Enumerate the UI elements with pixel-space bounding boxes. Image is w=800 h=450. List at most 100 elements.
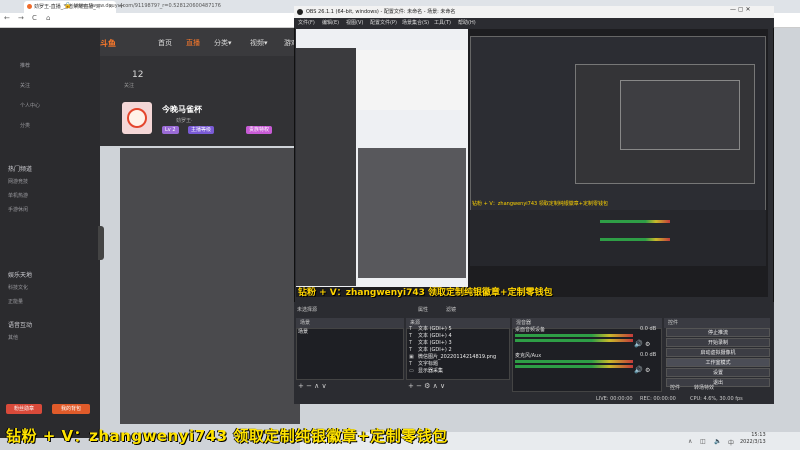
- clock-time: 15:13: [751, 432, 766, 438]
- nav-live[interactable]: 直播: [186, 38, 200, 48]
- nested-overlay-text: 钻粉 + V：zhangwenyi743 领取定制纯银徽章+定制零钱包: [472, 201, 608, 207]
- menu-help[interactable]: 帮助(H): [458, 19, 476, 26]
- sidebar-item-follow[interactable]: 关注: [20, 82, 30, 89]
- rec-timer: REC: 00:00:00: [640, 396, 676, 402]
- filters-button[interactable]: 滤镜: [446, 306, 456, 313]
- exit-button[interactable]: 退出: [666, 378, 770, 387]
- ime-icon[interactable]: 中: [728, 438, 734, 447]
- sidebar-item-single[interactable]: 单机热游: [8, 192, 28, 199]
- virtual-camera-button[interactable]: 启动虚拟摄像机: [666, 348, 770, 357]
- fans-badge-button[interactable]: 粉丝勋章: [6, 404, 42, 414]
- cpu-usage: CPU: 4.6%, 30.00 fps: [690, 396, 743, 402]
- sidebar-item-positive[interactable]: 正能量: [8, 298, 23, 305]
- noble-badge: 贵族特权: [246, 126, 273, 134]
- start-recording-button[interactable]: 开始录制: [666, 338, 770, 347]
- source-item[interactable]: 文字标题: [418, 361, 438, 368]
- watermark-banner: 钻粉 + V：zhangwenyi743 领取定制纯银徽章+定制零钱包: [6, 427, 448, 445]
- nested-meter-2: [600, 238, 670, 241]
- text-source-icon: T: [409, 333, 413, 339]
- home-button[interactable]: ⌂: [46, 14, 50, 22]
- network-icon[interactable]: ◫: [700, 438, 706, 445]
- douyu-logo[interactable]: 斗鱼: [100, 38, 116, 49]
- refresh-button[interactable]: C: [32, 14, 37, 22]
- sidebar-section-hot[interactable]: 热门频道: [8, 164, 32, 173]
- source-controls[interactable]: + − ⚙ ∧ ∨: [408, 382, 445, 390]
- volume-icon[interactable]: 🔈: [714, 438, 721, 445]
- studio-mode-button[interactable]: 工作室模式: [666, 358, 770, 367]
- source-item[interactable]: 文本 (GDI+) 3: [418, 340, 452, 347]
- gear-icon[interactable]: ⚙: [645, 341, 650, 348]
- obs-title-text: OBS 26.1.1 (64-bit, windows) - 配置文件: 未命名…: [306, 9, 456, 15]
- mixer-channel-db: 0.0 dB: [640, 352, 657, 358]
- text-source-icon: T: [409, 347, 413, 353]
- nav-category[interactable]: 分类▾: [214, 38, 232, 48]
- preview-video: [358, 148, 466, 278]
- gear-icon[interactable]: ⚙: [645, 367, 650, 374]
- sidebar-section-ent[interactable]: 娱乐天地: [8, 270, 32, 279]
- source-item[interactable]: 文本 (GDI+) 5: [418, 326, 452, 333]
- back-button[interactable]: ←: [4, 14, 10, 22]
- sidebar-section-voice[interactable]: 语音互动: [8, 320, 32, 329]
- scene-item[interactable]: 场景: [298, 328, 308, 335]
- tray-arrow-icon[interactable]: ∧: [688, 438, 692, 445]
- backpack-button[interactable]: 我的背包: [52, 404, 90, 414]
- douyu-favicon-icon: [27, 4, 32, 9]
- nested-meter-1: [600, 220, 670, 223]
- controls-dock-header: 控件: [664, 318, 770, 328]
- preview-sidebar: [296, 48, 356, 286]
- sidebar-collapse-handle[interactable]: [98, 226, 104, 260]
- streamer-name[interactable]: 劲罗王·: [176, 117, 193, 124]
- source-item[interactable]: 文本 (GDI+) 2: [418, 347, 452, 354]
- sidebar-item-tech[interactable]: 科技文化: [8, 284, 28, 291]
- tab-transitions[interactable]: 转场特效: [694, 384, 714, 391]
- audio-meter: [515, 334, 633, 337]
- speaker-icon[interactable]: 🔊: [634, 340, 643, 348]
- live-timer: LIVE: 00:00:00: [596, 396, 633, 402]
- source-item[interactable]: 微信图片_20220114214819.png: [418, 354, 496, 361]
- url-input[interactable]: https://www.douyu.com/9119879?_r=0.52812…: [74, 3, 221, 9]
- speaker-icon[interactable]: 🔊: [634, 366, 643, 374]
- menu-tools[interactable]: 工具(T): [434, 19, 451, 26]
- sidebar-item-category[interactable]: 分类: [20, 122, 30, 129]
- preview-room-header: [356, 50, 468, 110]
- properties-button[interactable]: 属性: [418, 306, 428, 313]
- sidebar-item-mobile[interactable]: 手游休闲: [8, 206, 28, 213]
- no-source-label: 未选择源: [297, 307, 318, 313]
- scenes-dock-header: 场景: [296, 318, 404, 328]
- display-capture-icon: ▭: [409, 368, 414, 374]
- sidebar-item-other[interactable]: 其他: [8, 334, 18, 341]
- audio-meter: [515, 339, 633, 342]
- desktop: { "browser": { "tab_title": "劲罗王-直播_王者荣耀…: [0, 0, 800, 450]
- source-item[interactable]: 显示器采集: [418, 368, 443, 375]
- menu-scene-collection[interactable]: 场景集合(S): [402, 19, 429, 26]
- source-item[interactable]: 文本 (GDI+) 4: [418, 333, 452, 340]
- tab-controls[interactable]: 控件: [670, 384, 680, 391]
- settings-button[interactable]: 设置: [666, 368, 770, 377]
- forward-button[interactable]: →: [18, 14, 24, 22]
- streamer-avatar[interactable]: [122, 102, 152, 134]
- follow-count: 12: [132, 70, 144, 80]
- obs-menu-bar: [294, 18, 774, 28]
- scene-controls[interactable]: + − ∧ ∨: [298, 382, 327, 390]
- nav-video[interactable]: 视频▾: [250, 38, 268, 48]
- obs-title-bar: OBS 26.1.1 (64-bit, windows) - 配置文件: 未命名…: [294, 6, 774, 18]
- obs-logo-icon: [297, 9, 303, 15]
- stop-stream-button[interactable]: 停止推流: [666, 328, 770, 337]
- menu-edit[interactable]: 编辑(E): [322, 19, 339, 26]
- taskbar-clock[interactable]: 15:13 2022/3/13: [740, 432, 766, 446]
- nested-obs-capture-3: [620, 80, 740, 150]
- text-source-icon: T: [409, 326, 413, 332]
- sidebar-item-profile[interactable]: 个人中心: [20, 102, 40, 109]
- video-player[interactable]: [120, 148, 300, 424]
- scenes-list[interactable]: [296, 328, 404, 380]
- menu-view[interactable]: 视图(V): [346, 19, 363, 26]
- douyu-header: [100, 28, 300, 56]
- menu-profile[interactable]: 配置文件(P): [370, 19, 397, 26]
- sidebar-item-netgame[interactable]: 网游竞技: [8, 178, 28, 185]
- nav-home[interactable]: 首页: [158, 38, 172, 48]
- sidebar-item-recommend[interactable]: 推荐: [20, 62, 30, 69]
- image-source-icon: ▣: [409, 354, 414, 360]
- window-controls[interactable]: — ▢ ✕: [730, 6, 751, 13]
- follow-label: 关注: [124, 83, 135, 89]
- menu-file[interactable]: 文件(F): [298, 19, 315, 26]
